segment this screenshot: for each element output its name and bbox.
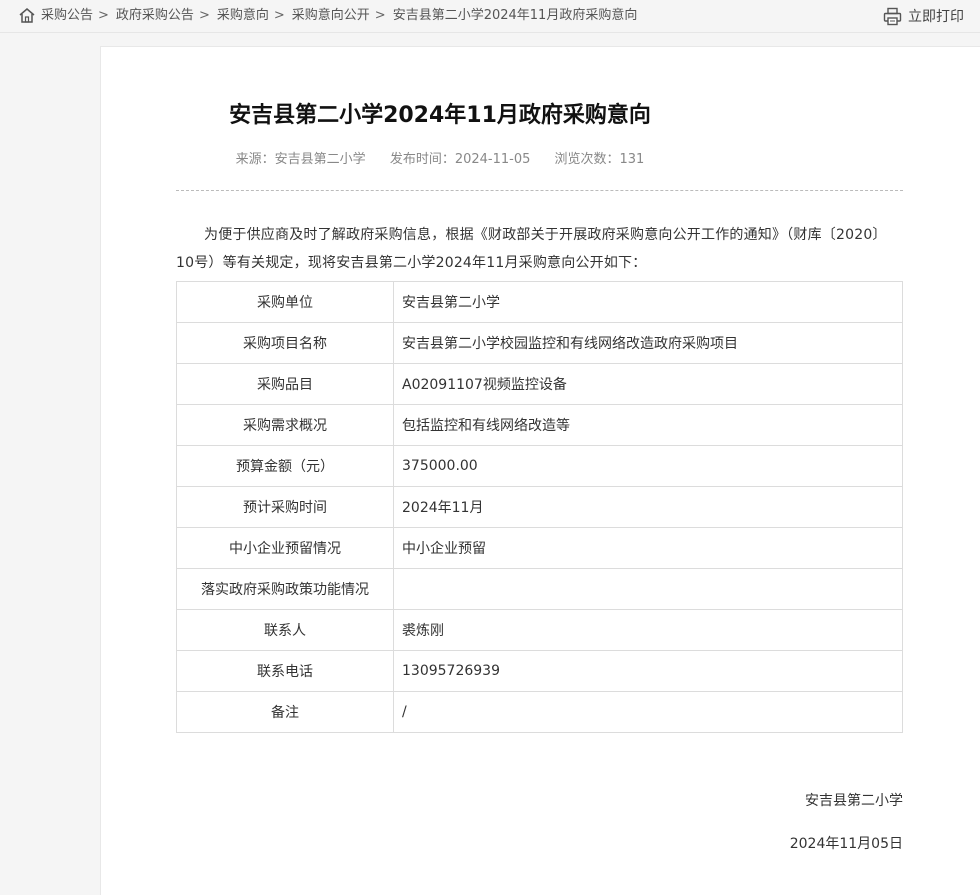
signature: 安吉县第二小学	[805, 793, 903, 809]
breadcrumb-item-current: 安吉县第二小学2024年11月政府采购意向	[392, 8, 638, 23]
table-cell-key: 备注	[176, 691, 394, 733]
table-cell-key: 采购单位	[176, 281, 394, 323]
table-row: 中小企业预留情况 中小企业预留	[176, 527, 903, 569]
table-row: 预计采购时间 2024年11月	[176, 486, 903, 528]
article-publish-time: 发布时间：2024-11-05	[389, 152, 531, 167]
print-label: 立即打印	[908, 9, 964, 25]
table-row: 采购单位 安吉县第二小学	[176, 281, 903, 323]
table-cell-value: 包括监控和有线网络改造等	[393, 404, 903, 446]
breadcrumb-separator: >	[198, 8, 210, 23]
print-button[interactable]: 立即打印	[883, 5, 964, 27]
table-cell-value	[393, 568, 903, 610]
divider	[176, 190, 903, 191]
table-row: 落实政府采购政策功能情况	[176, 568, 903, 610]
printer-icon	[883, 7, 902, 25]
breadcrumb-item-intention-disclosure[interactable]: 采购意向公开	[292, 8, 370, 23]
table-cell-value: 裘炼刚	[393, 609, 903, 651]
table-cell-key: 落实政府采购政策功能情况	[176, 568, 394, 610]
signature-date: 2024年11月05日	[789, 836, 903, 852]
breadcrumb-separator: >	[273, 8, 285, 23]
article-source: 来源：安吉县第二小学	[235, 152, 366, 167]
page-title: 安吉县第二小学2024年11月政府采购意向	[229, 103, 651, 128]
table-row: 联系人 裘炼刚	[176, 609, 903, 651]
table-cell-key: 采购需求概况	[176, 404, 394, 446]
breadcrumb-separator: >	[374, 8, 386, 23]
home-icon[interactable]	[18, 7, 36, 24]
table-cell-key: 中小企业预留情况	[176, 527, 394, 569]
article-view-count: 浏览次数：131	[554, 152, 645, 167]
breadcrumb-item-announcements[interactable]: 采购公告	[41, 8, 93, 23]
table-cell-key: 联系电话	[176, 650, 394, 692]
table-cell-value: 13095726939	[393, 650, 903, 692]
table-cell-value: 中小企业预留	[393, 527, 903, 569]
table-cell-value: /	[393, 691, 903, 733]
table-cell-value: 安吉县第二小学校园监控和有线网络改造政府采购项目	[393, 322, 903, 364]
table-cell-key: 预计采购时间	[176, 486, 394, 528]
top-bar: 采购公告 > 政府采购公告 > 采购意向 > 采购意向公开 > 安吉县第二小学2024年11月政…	[0, 0, 980, 33]
breadcrumb-separator: >	[98, 8, 109, 23]
table-cell-value: 2024年11月	[393, 486, 903, 528]
table-cell-value: A02091107视频监控设备	[393, 363, 903, 405]
table-cell-key: 采购项目名称	[176, 322, 394, 364]
breadcrumb-item-intentions[interactable]: 采购意向	[217, 8, 269, 23]
article-meta: 来源：安吉县第二小学 发布时间：2024-11-05 浏览次数：131	[0, 150, 980, 170]
article-intro: 为便于供应商及时了解政府采购信息，根据《财政部关于开展政府采购意向公开工作的通知…	[176, 227, 887, 271]
breadcrumb-item-gov-announcements[interactable]: 政府采购公告	[116, 8, 194, 23]
table-row: 采购品目 A02091107视频监控设备	[176, 363, 903, 405]
table-cell-value: 安吉县第二小学	[393, 281, 903, 323]
table-row: 预算金额（元） 375000.00	[176, 445, 903, 487]
breadcrumb: 采购公告 > 政府采购公告 > 采购意向 > 采购意向公开 > 安吉县第二小学2024年11月政…	[41, 7, 637, 25]
table-cell-key: 采购品目	[176, 363, 394, 405]
table-row: 采购项目名称 安吉县第二小学校园监控和有线网络改造政府采购项目	[176, 322, 903, 364]
table-row: 联系电话 13095726939	[176, 650, 903, 692]
table-row: 备注 /	[176, 691, 903, 733]
table-cell-key: 预算金额（元）	[176, 445, 394, 487]
table-row: 采购需求概况 包括监控和有线网络改造等	[176, 404, 903, 446]
table-cell-value: 375000.00	[393, 445, 903, 487]
table-cell-key: 联系人	[176, 609, 394, 651]
procurement-table: 采购单位 安吉县第二小学 采购项目名称 安吉县第二小学校园监控和有线网络改造政府…	[176, 281, 903, 733]
